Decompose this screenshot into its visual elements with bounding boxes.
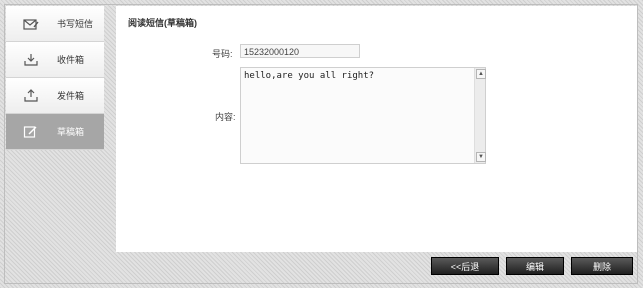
drafts-icon [21,124,41,140]
edit-button[interactable]: 编辑 [506,257,564,275]
content-label: 内容: [215,112,236,122]
sidebar-item-label: 草稿箱 [57,127,85,137]
scroll-down-icon[interactable]: ▼ [476,152,486,162]
scrollbar[interactable]: ▲ ▼ [474,68,486,163]
sidebar-item-label: 书写短信 [57,19,94,29]
sidebar-item-label: 发件箱 [57,91,85,101]
back-button[interactable]: <<后退 [431,257,499,275]
content-textarea[interactable]: hello,are you all right? ▲ ▼ [240,67,486,164]
message-text: hello,are you all right? [244,71,375,81]
sidebar: 书写短信 收件箱 发件箱 草稿箱 [6,6,104,150]
sidebar-item-label: 收件箱 [57,55,85,65]
page-title: 阅读短信(草稿箱) [128,18,197,28]
write-message-icon [21,16,41,32]
outbox-icon [21,88,41,104]
sidebar-item-outbox[interactable]: 发件箱 [6,78,104,114]
sidebar-item-inbox[interactable]: 收件箱 [6,42,104,78]
sidebar-item-write[interactable]: 书写短信 [6,6,104,42]
inbox-icon [21,52,41,68]
delete-button[interactable]: 删除 [571,257,633,275]
sidebar-item-drafts[interactable]: 草稿箱 [6,114,104,150]
number-label: 号码: [212,49,233,59]
scroll-up-icon[interactable]: ▲ [476,69,486,79]
message-panel: 阅读短信(草稿箱) 号码: 15232000120 内容: hello,are … [116,6,637,252]
number-field: 15232000120 [240,44,360,58]
